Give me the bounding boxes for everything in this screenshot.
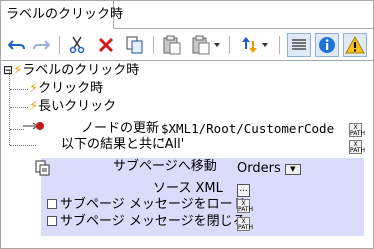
tree-connector	[10, 89, 28, 90]
move-icon[interactable]	[239, 33, 271, 57]
lightning-icon: ⚡	[29, 81, 39, 96]
subpage-label: サブページへ移動	[113, 159, 217, 174]
tree-item-label: クリック時	[38, 81, 104, 96]
collapse-icon[interactable]: ⊟	[3, 63, 13, 77]
warning-icon[interactable]	[343, 33, 367, 57]
action-tree: ⊟⚡ラベルのクリック時 ⚡クリック時 ⚡長いクリック ノードの更新 $XML1/…	[1, 61, 373, 249]
tree-item-click[interactable]: ⚡クリック時	[29, 80, 103, 98]
tab-strip: ラベルのクリック時	[1, 1, 373, 29]
paste-special-icon[interactable]	[191, 33, 223, 57]
show-xpath-icon[interactable]	[287, 33, 311, 57]
tree-connector	[9, 71, 10, 145]
update-node-action-icon	[23, 120, 45, 138]
toolbar-separator	[229, 36, 230, 54]
xpath-button[interactable]: X PATH	[349, 140, 365, 154]
toolbar-separator	[153, 36, 154, 54]
lightning-icon: ⚡	[29, 99, 39, 114]
update-node-result-label: 以下の結果と共に	[61, 137, 166, 152]
tree-root-label: ラベルのクリック時	[22, 63, 140, 78]
paste-icon[interactable]	[161, 33, 183, 57]
close-message-checkbox[interactable]	[47, 216, 57, 226]
action-editor-window: ラベルのクリック時 ⊟⚡ラベルのクリック時 ⚡クリック時 ⚡長いクリック ノード…	[0, 0, 374, 249]
tree-item-long-click[interactable]: ⚡長いクリック	[29, 98, 116, 116]
toolbar-separator	[279, 36, 280, 54]
tree-root[interactable]: ⊟⚡ラベルのクリック時	[3, 61, 139, 79]
tab-label-click[interactable]: ラベルのクリック時	[1, 1, 123, 29]
tree-connector	[10, 107, 28, 108]
tree-connector	[10, 145, 36, 146]
toolbar	[1, 29, 373, 61]
subpage-target-select[interactable]: Orders ▼	[237, 160, 301, 178]
close-message-label: サブページ メッセージを閉じる	[60, 214, 246, 229]
dropdown-icon[interactable]: ▼	[284, 164, 301, 175]
xpath-button[interactable]: X PATH	[237, 199, 253, 213]
subpage-target-value: Orders	[237, 161, 281, 176]
load-message-label: サブページ メッセージをロード	[60, 197, 246, 212]
lightning-icon: ⚡	[13, 63, 23, 78]
tree-connector	[10, 129, 24, 130]
close-message-checkbox-row[interactable]: サブページ メッセージを閉じる	[47, 213, 246, 231]
delete-icon[interactable]	[96, 33, 116, 57]
toolbar-separator	[59, 36, 60, 54]
xpath-button[interactable]: X PATH	[349, 123, 365, 137]
tree-item-label: 長いクリック	[38, 99, 117, 114]
load-message-checkbox[interactable]	[47, 199, 57, 209]
undo-icon[interactable]	[7, 33, 27, 57]
update-node-target[interactable]: $XML1/Root/CustomerCode	[161, 120, 334, 138]
subpage-icon	[35, 160, 51, 178]
update-node-result-value[interactable]: 'All'	[161, 136, 184, 154]
load-message-checkbox-row[interactable]: サブページ メッセージをロード	[47, 196, 246, 214]
info-icon[interactable]	[315, 33, 339, 57]
copy-icon[interactable]	[125, 33, 145, 57]
cut-icon[interactable]	[67, 33, 87, 57]
subpage-action-panel: サブページへ移動 Orders ▼ ソース XML ... サブページ メッセー…	[35, 158, 364, 236]
xpath-button[interactable]: X PATH	[237, 217, 253, 231]
redo-icon[interactable]	[31, 33, 51, 57]
